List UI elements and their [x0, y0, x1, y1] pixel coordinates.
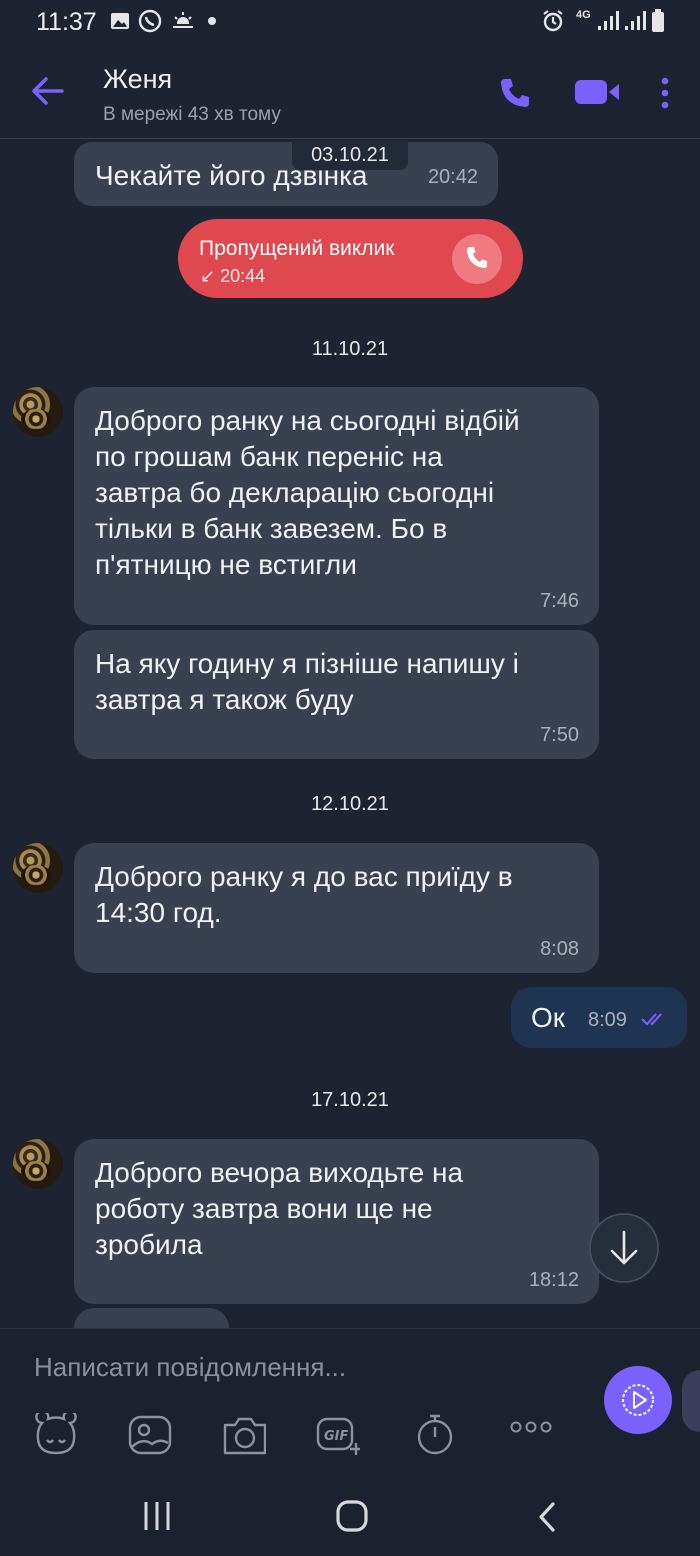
back-icon[interactable]: [536, 1501, 558, 1533]
missed-call-bubble[interactable]: Пропущений виклик ↙ 20:44: [178, 219, 523, 298]
call-back-button[interactable]: [451, 233, 503, 285]
viber-notification-icon: [138, 9, 162, 33]
video-call-icon[interactable]: [574, 78, 620, 106]
outgoing-message-bubble[interactable]: Ок 8:09: [511, 987, 687, 1048]
alarm-icon: [543, 10, 563, 32]
message-bubble-partial[interactable]: [74, 1308, 229, 1330]
missed-call-label: Пропущений виклик: [199, 237, 395, 260]
video-message-button[interactable]: [604, 1366, 672, 1434]
message-text: Доброго ранку я до вас приїду в 14:30 го…: [95, 861, 513, 928]
message-time: 8:08: [540, 938, 579, 960]
avatar[interactable]: [13, 1139, 63, 1189]
avatar[interactable]: [13, 387, 63, 437]
floating-date: 03.10.21: [292, 140, 408, 170]
recent-apps-icon[interactable]: [141, 1500, 173, 1532]
battery-icon: [652, 9, 664, 32]
message-time: 18:12: [528, 1269, 579, 1291]
composer: Написати повідомлення... GIF: [0, 1328, 700, 1469]
message-time: 7:46: [540, 590, 579, 612]
message-bubble[interactable]: Доброго ранку на сьогодні відбій по грош…: [74, 387, 599, 625]
message-text: Доброго ранку на сьогодні відбій по грош…: [95, 405, 520, 580]
message-text: Доброго вечора виходьте на роботу завтра…: [95, 1157, 464, 1260]
signal-icon-2: [625, 11, 646, 30]
status-time: 11:37: [36, 8, 97, 36]
system-nav-bar: [0, 1470, 700, 1556]
status-bar: 11:37 4G: [0, 0, 700, 44]
more-options-icon[interactable]: [659, 76, 671, 110]
message-bubble[interactable]: Доброго ранку я до вас приїду в 14:30 го…: [74, 843, 599, 973]
date-separator: 11.10.21: [311, 338, 389, 360]
gif-icon[interactable]: GIF: [316, 1413, 360, 1457]
signal-icon: [598, 11, 619, 30]
network-type: 4G: [576, 9, 591, 21]
timer-icon[interactable]: [413, 1413, 457, 1457]
date-separator: 17.10.21: [311, 1089, 389, 1111]
date-separator: 12.10.21: [311, 793, 389, 815]
scroll-down-button[interactable]: [588, 1212, 660, 1284]
message-time: 20:42: [427, 166, 478, 188]
more-icon[interactable]: [509, 1417, 553, 1461]
message-bubble[interactable]: На яку годину я пізніше напишу і завтра …: [74, 630, 599, 759]
message-text: Ок: [531, 1002, 566, 1033]
read-receipt-icon: [641, 1013, 662, 1026]
message-bubble[interactable]: Доброго вечора виходьте на роботу завтра…: [74, 1139, 599, 1304]
message-text: На яку годину я пізніше напишу і завтра …: [95, 648, 519, 715]
send-button-partial[interactable]: [682, 1370, 700, 1432]
chat-header: Женя В мережі 43 хв тому: [0, 44, 700, 139]
missed-call-time: ↙ 20:44: [200, 266, 266, 286]
message-input[interactable]: Написати повідомлення...: [34, 1352, 346, 1383]
last-seen: В мережі 43 хв тому: [103, 104, 281, 125]
svg-text:GIF: GIF: [324, 1429, 349, 1444]
weather-notification-icon: [173, 12, 193, 28]
message-bubble[interactable]: Чекайте його дзвінка 20:42: [74, 142, 498, 206]
avatar[interactable]: [13, 843, 63, 893]
gallery-notification-icon: [111, 13, 129, 29]
message-time: 7:50: [540, 724, 579, 746]
camera-icon[interactable]: [222, 1413, 266, 1457]
dot-icon: [208, 17, 216, 25]
sticker-icon[interactable]: [33, 1413, 77, 1457]
back-arrow-icon[interactable]: [30, 76, 64, 106]
voice-call-icon[interactable]: [498, 76, 532, 110]
gallery-icon[interactable]: [128, 1413, 172, 1457]
contact-name[interactable]: Женя: [103, 64, 172, 95]
message-time: 8:09: [588, 1009, 627, 1031]
home-icon[interactable]: [335, 1499, 369, 1533]
